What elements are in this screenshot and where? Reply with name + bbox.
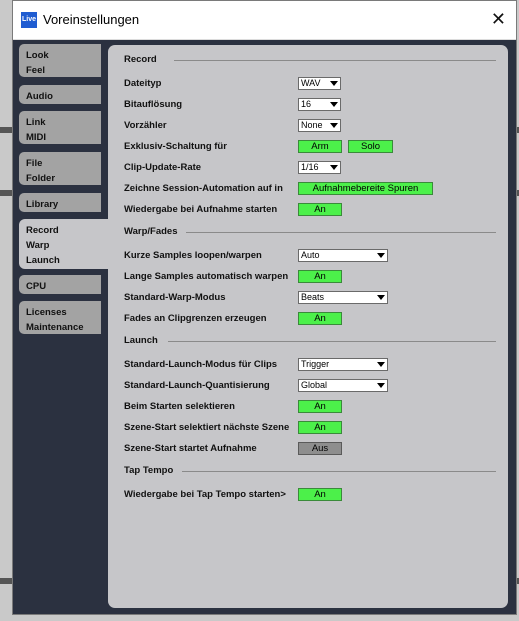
chevron-down-icon [330, 81, 338, 86]
chevron-down-icon [377, 383, 385, 388]
section-title-record: Record [124, 54, 157, 65]
lange-samples-label: Lange Samples automatisch warpen [124, 271, 289, 282]
chevron-down-icon [377, 253, 385, 258]
warp-modus-label: Standard-Warp-Modus [124, 292, 226, 303]
tab-label: Warp [26, 240, 50, 251]
exklusiv-arm-toggle[interactable]: Arm [298, 140, 342, 153]
tab-label: CPU [26, 281, 47, 292]
launch-modus-value: Trigger [301, 359, 330, 369]
bitaufloesung-value: 16 [301, 99, 312, 109]
zeichne-automation-toggle[interactable]: Aufnahmebereite Spuren [298, 182, 433, 195]
chevron-down-icon [330, 165, 338, 170]
section-divider [186, 232, 496, 233]
chevron-down-icon [377, 362, 385, 367]
tab-label: Maintenance [26, 322, 84, 333]
tab-library[interactable]: Library [19, 193, 101, 212]
clip-update-label: Clip-Update-Rate [124, 162, 202, 173]
tab-label: Look [26, 50, 49, 61]
fades-toggle[interactable]: An [298, 312, 342, 325]
beim-starten-toggle[interactable]: An [298, 400, 342, 413]
close-icon[interactable]: ✕ [491, 9, 506, 29]
window-title: Voreinstellungen [43, 12, 140, 27]
wiedergabe-aufnahme-toggle[interactable]: An [298, 203, 342, 216]
launch-modus-label: Standard-Launch-Modus für Clips [124, 359, 278, 370]
section-title-launch: Launch [124, 335, 158, 346]
tab-label: Feel [26, 65, 46, 76]
vorzaehler-value: None [301, 120, 323, 130]
tab-label: Licenses [26, 307, 67, 318]
tab-label: Launch [26, 255, 60, 266]
section-divider [168, 341, 496, 342]
szene-aufnahme-toggle[interactable]: Aus [298, 442, 342, 455]
section-title-warp: Warp/Fades [124, 226, 178, 237]
dateityp-label: Dateityp [124, 78, 162, 89]
szene-aufnahme-label: Szene-Start startet Aufnahme [124, 443, 257, 454]
chevron-down-icon [330, 102, 338, 107]
section-title-tap-tempo: Tap Tempo [124, 465, 174, 476]
dateityp-select[interactable]: WAV [298, 77, 341, 90]
preferences-window: Live Voreinstellungen ✕ Look Feel Audio … [12, 0, 517, 615]
tab-label: Record [26, 225, 59, 236]
live-app-icon: Live [21, 12, 37, 28]
tap-tempo-label: Wiedergabe bei Tap Tempo starten> [124, 489, 286, 500]
tab-licenses-maintenance[interactable]: Licenses Maintenance [19, 301, 101, 334]
settings-panel: Record Dateityp WAV Bitauflösung 16 Vorz… [108, 45, 508, 608]
warp-modus-value: Beats [301, 292, 325, 302]
warp-modus-select[interactable]: Beats [298, 291, 388, 304]
bitaufloesung-select[interactable]: 16 [298, 98, 341, 111]
kurze-samples-value: Auto [301, 250, 320, 260]
clip-update-select[interactable]: 1/16 [298, 161, 341, 174]
tab-label: Audio [26, 91, 53, 102]
vorzaehler-select[interactable]: None [298, 119, 341, 132]
tab-record-warp-launch[interactable]: Record Warp Launch [19, 219, 113, 269]
launch-modus-select[interactable]: Trigger [298, 358, 388, 371]
chevron-down-icon [377, 295, 385, 300]
tab-label: File [26, 158, 43, 169]
beim-starten-label: Beim Starten selektieren [124, 401, 235, 412]
launch-quant-value: Global [301, 380, 328, 390]
lange-samples-toggle[interactable]: An [298, 270, 342, 283]
bitaufloesung-label: Bitauflösung [124, 99, 183, 110]
tap-tempo-toggle[interactable]: An [298, 488, 342, 501]
tab-link-midi[interactable]: Link MIDI [19, 111, 101, 144]
section-divider [174, 60, 496, 61]
szene-naechste-label: Szene-Start selektiert nächste Szene [124, 422, 290, 433]
tab-label: Library [26, 199, 59, 210]
launch-quant-label: Standard-Launch-Quantisierung [124, 380, 270, 391]
tab-label: Folder [26, 173, 56, 184]
tab-label: MIDI [26, 132, 47, 143]
exklusiv-solo-toggle[interactable]: Solo [348, 140, 393, 153]
vorzaehler-label: Vorzähler [124, 120, 167, 131]
tab-look-feel[interactable]: Look Feel [19, 44, 101, 77]
tab-file-folder[interactable]: File Folder [19, 152, 101, 185]
tab-audio[interactable]: Audio [19, 85, 101, 104]
kurze-samples-select[interactable]: Auto [298, 249, 388, 262]
zeichne-automation-label: Zeichne Session-Automation auf in [124, 183, 283, 194]
exklusiv-label: Exklusiv-Schaltung für [124, 141, 227, 152]
tab-label: Link [26, 117, 46, 128]
wiedergabe-aufnahme-label: Wiedergabe bei Aufnahme starten [124, 204, 278, 215]
fades-label: Fades an Clipgrenzen erzeugen [124, 313, 267, 324]
szene-naechste-toggle[interactable]: An [298, 421, 342, 434]
launch-quant-select[interactable]: Global [298, 379, 388, 392]
tab-cpu[interactable]: CPU [19, 275, 101, 294]
section-divider [182, 471, 496, 472]
kurze-samples-label: Kurze Samples loopen/warpen [124, 250, 262, 261]
title-bar: Live Voreinstellungen ✕ [13, 1, 516, 40]
dateityp-value: WAV [301, 78, 321, 88]
chevron-down-icon [330, 123, 338, 128]
clip-update-value: 1/16 [301, 162, 319, 172]
